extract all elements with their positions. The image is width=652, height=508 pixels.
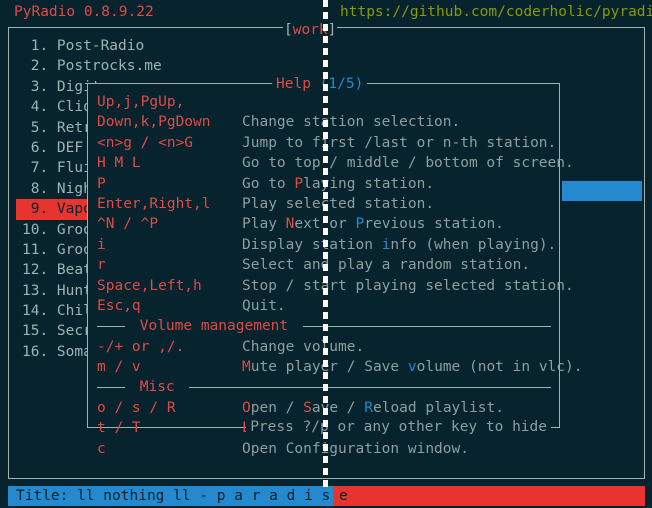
help-key-binding: Up,j,PgUp,	[97, 94, 185, 110]
help-description: Select and play a random station.	[242, 257, 531, 274]
help-key-binding: Enter,Right,l	[97, 195, 211, 212]
now-playing-title: Title: ll nothing ll - p a r a d i s e	[16, 488, 348, 504]
help-description: Display station info (when playing).	[242, 236, 557, 253]
help-key-binding: Down,k,PgDown	[97, 114, 211, 131]
help-key-binding: c	[97, 440, 106, 457]
help-highlight-key: P	[294, 175, 304, 192]
project-url: https://github.com/coderholic/pyradio	[340, 4, 652, 20]
help-highlight-key: S	[303, 399, 312, 416]
help-description: Play Next or Previous station.	[242, 216, 504, 233]
help-description: Open / Save / Reload playlist.	[242, 399, 504, 416]
divider-line-right	[189, 387, 551, 389]
help-highlight-key: N	[285, 216, 295, 233]
help-section-label: Volume management	[131, 318, 297, 335]
help-key-binding: ^N / ^P	[97, 216, 159, 233]
help-description: Mute player / Save volume (not in vlc).	[242, 359, 583, 376]
help-key-binding: t / T	[97, 420, 141, 437]
help-key-binding: -/+ or ,/.	[97, 338, 185, 355]
selected-row-continuation-bar	[562, 181, 642, 201]
help-description: Stop / start playing selected station.	[242, 277, 574, 294]
bracket-close: ]	[327, 22, 337, 38]
help-key-binding: Esc,q	[97, 297, 141, 314]
help-key-binding: <n>g / <n>G	[97, 134, 194, 151]
bracket-open: [	[284, 22, 293, 38]
help-description: Change station selection.	[242, 114, 461, 131]
station-row[interactable]: 1. Post-Radio	[16, 36, 306, 56]
help-section-label: Misc	[131, 379, 184, 396]
help-key-binding: o / s / R	[97, 399, 176, 416]
help-key-binding: m / v	[97, 359, 141, 376]
station-row[interactable]: 2. Postrocks.me	[16, 56, 306, 76]
help-description: Quit.	[242, 297, 286, 314]
help-highlight-key: R	[364, 399, 373, 416]
divider-line-left	[97, 325, 125, 327]
help-key-binding: Space,Left,h	[97, 277, 202, 294]
help-highlight-key: r	[399, 257, 408, 274]
help-description: Play selected station.	[242, 195, 435, 212]
playlist-name-title: [work]	[283, 20, 338, 40]
vertical-dashed-guide	[323, 0, 328, 490]
help-key-binding: P	[97, 175, 106, 192]
divider-line-right	[302, 325, 551, 327]
help-highlight-key: M	[242, 359, 251, 376]
help-description: Go to Playing station.	[242, 175, 435, 192]
help-footer-hint: Press ?/p or any other key to hide	[246, 417, 551, 437]
help-description: Go to top / middle / bottom of screen.	[242, 155, 574, 172]
help-key-binding: i	[97, 236, 106, 253]
help-description: Open Configuration window.	[242, 440, 469, 457]
help-title-word: Help	[276, 76, 311, 92]
help-key-binding: r	[97, 257, 106, 274]
help-highlight-key: i	[381, 236, 391, 253]
help-description: Change volume.	[242, 338, 365, 355]
terminal-screen: PyRadio 0.8.9.22 https://github.com/code…	[0, 0, 652, 508]
help-highlight-key: v	[407, 359, 417, 376]
divider-line-left	[97, 387, 125, 389]
help-window-title: Help (1/5)	[272, 74, 368, 94]
app-title: PyRadio 0.8.9.22	[14, 4, 154, 20]
help-description: Jump to first /last or n-th station.	[242, 134, 557, 151]
help-highlight-key: P	[355, 216, 365, 233]
help-highlight-key: O	[242, 399, 251, 416]
help-key-binding: H M L	[97, 155, 141, 172]
